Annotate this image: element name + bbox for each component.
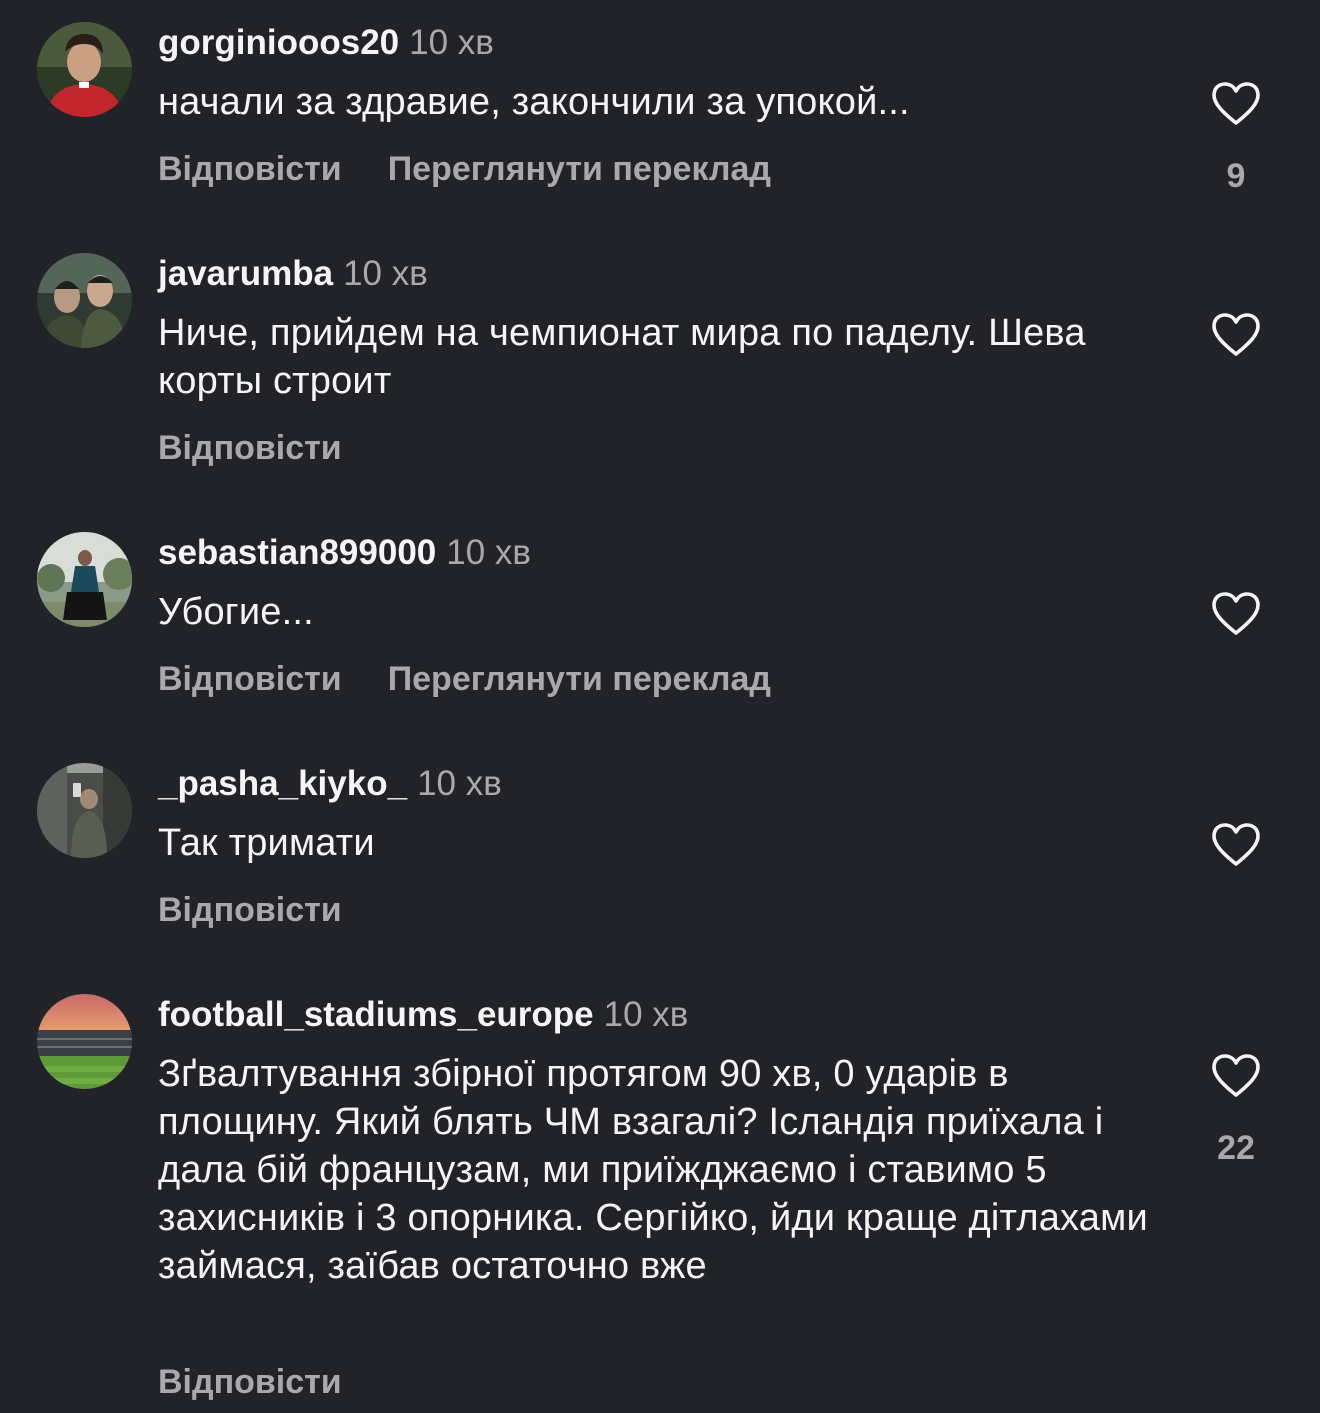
view-translation-button[interactable]: Переглянути переклад	[388, 148, 771, 190]
comment-actions: Відповісти Переглянути переклад	[158, 658, 817, 700]
comment-text: Так тримати	[158, 822, 375, 864]
comment-text: Убогие...	[158, 591, 314, 633]
comment-text: начали за здравие, закончили за упокой..…	[158, 81, 910, 123]
timestamp: 10 хв	[446, 533, 532, 572]
username[interactable]: football_stadiums_europe	[158, 995, 594, 1034]
comment-text: Зґвалтування збірної протягом 90 хв, 0 у…	[158, 1053, 1148, 1287]
avatar[interactable]	[37, 763, 132, 858]
comment-header: javarumba 10 хв	[158, 253, 428, 295]
comment-actions: Відповісти	[158, 427, 388, 469]
heart-outline-icon[interactable]	[1211, 81, 1261, 127]
reply-button[interactable]: Відповісти	[158, 427, 342, 469]
reply-button[interactable]: Відповісти	[158, 148, 342, 190]
username[interactable]: javarumba	[158, 254, 333, 293]
timestamp: 10 хв	[417, 764, 502, 803]
comment-actions: Відповісти Переглянути переклад	[158, 148, 817, 190]
timestamp: 10 хв	[603, 995, 689, 1034]
view-translation-button[interactable]: Переглянути переклад	[388, 658, 771, 700]
comment-header: football_stadiums_europe 10 хв	[158, 994, 688, 1036]
avatar[interactable]	[37, 994, 132, 1089]
username[interactable]: sebastian899000	[158, 533, 436, 572]
comment-header: _pasha_kiyko_ 10 хв	[158, 763, 502, 805]
heart-outline-icon[interactable]	[1211, 591, 1261, 637]
avatar[interactable]	[37, 253, 132, 348]
heart-outline-icon[interactable]	[1211, 1053, 1261, 1099]
comment-text: Ниче, прийдем на чемпионат мира по падел…	[158, 312, 1086, 402]
reply-button[interactable]: Відповісти	[158, 1361, 342, 1403]
like-count: 22	[1217, 1129, 1255, 1167]
reply-button[interactable]: Відповісти	[158, 889, 342, 931]
comment-header: gorginiooos20 10 хв	[158, 22, 494, 64]
timestamp: 10 хв	[343, 254, 428, 293]
avatar[interactable]	[37, 22, 132, 117]
reply-button[interactable]: Відповісти	[158, 658, 342, 700]
comment-header: sebastian899000 10 хв	[158, 532, 531, 574]
comment-actions: Відповісти	[158, 1361, 388, 1403]
heart-outline-icon[interactable]	[1211, 822, 1261, 868]
avatar[interactable]	[37, 532, 132, 627]
timestamp: 10 хв	[409, 23, 494, 62]
heart-outline-icon[interactable]	[1211, 312, 1261, 358]
username[interactable]: _pasha_kiyko_	[158, 764, 407, 803]
like-count: 9	[1226, 157, 1246, 195]
username[interactable]: gorginiooos20	[158, 23, 399, 62]
comment-actions: Відповісти	[158, 889, 388, 931]
